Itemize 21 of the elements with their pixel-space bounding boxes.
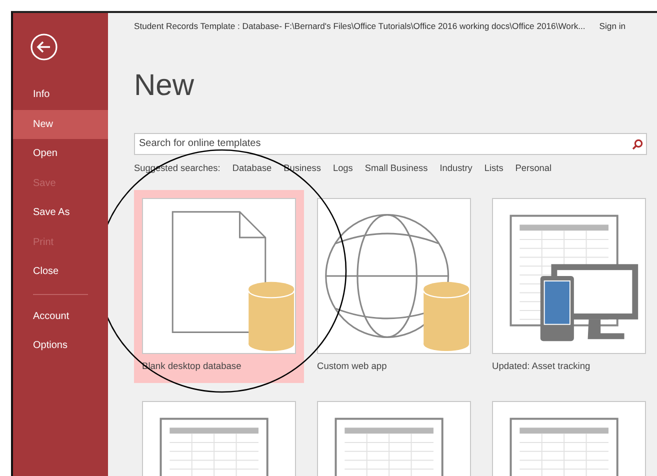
page-heading: New (134, 70, 196, 101)
suggested-search-link[interactable]: Lists (484, 162, 504, 176)
suggested-search-link[interactable]: Small Business (364, 162, 428, 176)
back-icon[interactable] (30, 33, 58, 61)
sidebar-item[interactable]: Open (13, 139, 108, 168)
suggested-search-link[interactable]: Personal (515, 162, 552, 176)
sidebar-item[interactable]: Account (13, 302, 108, 331)
search-field[interactable]: Search for online templates (134, 132, 647, 155)
sidebar-item[interactable]: Options (13, 331, 108, 360)
suggested-search-link[interactable]: Logs (332, 162, 353, 176)
search-icon[interactable] (632, 138, 643, 150)
suggested-search-link[interactable]: Database (232, 162, 272, 176)
template-caption: Custom web app (317, 360, 388, 373)
sidebar-item[interactable]: Save As (13, 198, 108, 228)
template-caption: Updated: Asset tracking (492, 360, 592, 373)
sign-in-link[interactable]: Sign in (599, 20, 626, 33)
sidebar-item[interactable]: Info (13, 80, 108, 110)
suggested-search-link[interactable]: Industry (440, 162, 472, 176)
sidebar-item[interactable]: New (13, 110, 108, 139)
sidebar-item[interactable]: Close (13, 257, 108, 286)
window-title: Student Records Template : Database- F:\Bernard's Files\Office Tutorials\Office 2016 working docs\Office 2016\Work... (134, 20, 586, 33)
